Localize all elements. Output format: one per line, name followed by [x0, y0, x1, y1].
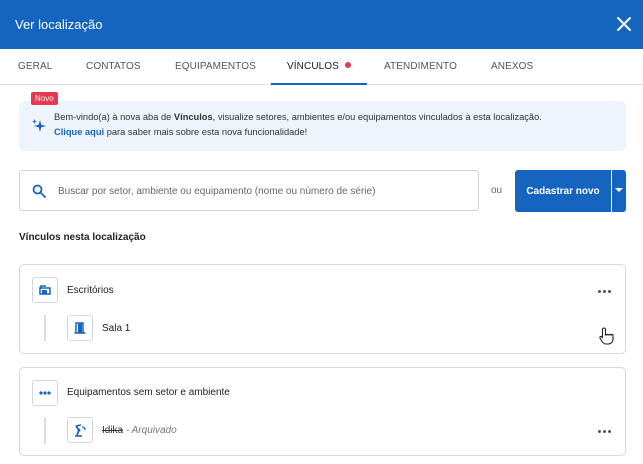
- hand-pointer-icon: [599, 327, 614, 345]
- door-icon: [74, 322, 86, 334]
- tab-anexos[interactable]: ANEXOS: [491, 49, 533, 85]
- tab-bar: GERAL CONTATOS EQUIPAMENTOS VÍNCULOS ATE…: [0, 49, 643, 85]
- group-card: Escritórios Sala 1: [19, 264, 626, 354]
- robot-arm-icon: [75, 424, 86, 437]
- close-icon[interactable]: [615, 15, 633, 33]
- group-name: Equipamentos sem setor e ambiente: [67, 387, 230, 398]
- dialog-title: Ver localização: [15, 17, 103, 32]
- new-indicator-dot: [344, 62, 351, 68]
- child-icon-box: [67, 417, 93, 443]
- archived-label: - Arquivado: [123, 425, 177, 436]
- learn-more-link[interactable]: Clique aqui: [54, 127, 104, 137]
- info-message: Bem-vindo(a) à nova aba de Vínculos, vis…: [54, 112, 542, 137]
- group-icon-box: [32, 277, 58, 303]
- child-name: Sala 1: [102, 323, 131, 334]
- tab-vinculos[interactable]: VÍNCULOS: [271, 49, 367, 85]
- more-options-icon[interactable]: [598, 426, 614, 436]
- sector-icon: [39, 285, 51, 295]
- more-options-icon[interactable]: [598, 286, 614, 296]
- search-box: [19, 170, 479, 211]
- create-new-button[interactable]: Cadastrar novo: [515, 170, 611, 212]
- tab-geral[interactable]: GERAL: [18, 49, 52, 85]
- tab-atendimento[interactable]: ATENDIMENTO: [384, 49, 457, 85]
- child-icon-box: [67, 315, 93, 341]
- group-name: Escritórios: [67, 285, 114, 296]
- or-label: ou: [491, 185, 503, 196]
- child-name: Idika - Arquivado: [102, 425, 177, 436]
- tab-contatos[interactable]: CONTATOS: [86, 49, 141, 85]
- tree-connector: [44, 418, 46, 444]
- section-title: Vínculos nesta localização: [19, 232, 146, 243]
- search-input[interactable]: [58, 181, 468, 201]
- tree-connector: [44, 315, 46, 341]
- info-banner: Novo Bem-vindo(a) à nova aba de Vínculos…: [19, 92, 626, 151]
- group-icon-box: [32, 380, 58, 406]
- dialog-header: Ver localização: [0, 0, 643, 49]
- more-horizontal-icon: [39, 391, 51, 395]
- tab-equipamentos[interactable]: EQUIPAMENTOS: [175, 49, 256, 85]
- sparkle-icon: [32, 119, 46, 132]
- group-card: Equipamentos sem setor e ambiente Idika …: [19, 367, 626, 456]
- search-icon: [32, 184, 46, 198]
- create-new-dropdown-button[interactable]: [612, 170, 626, 212]
- new-badge: Novo: [31, 92, 58, 105]
